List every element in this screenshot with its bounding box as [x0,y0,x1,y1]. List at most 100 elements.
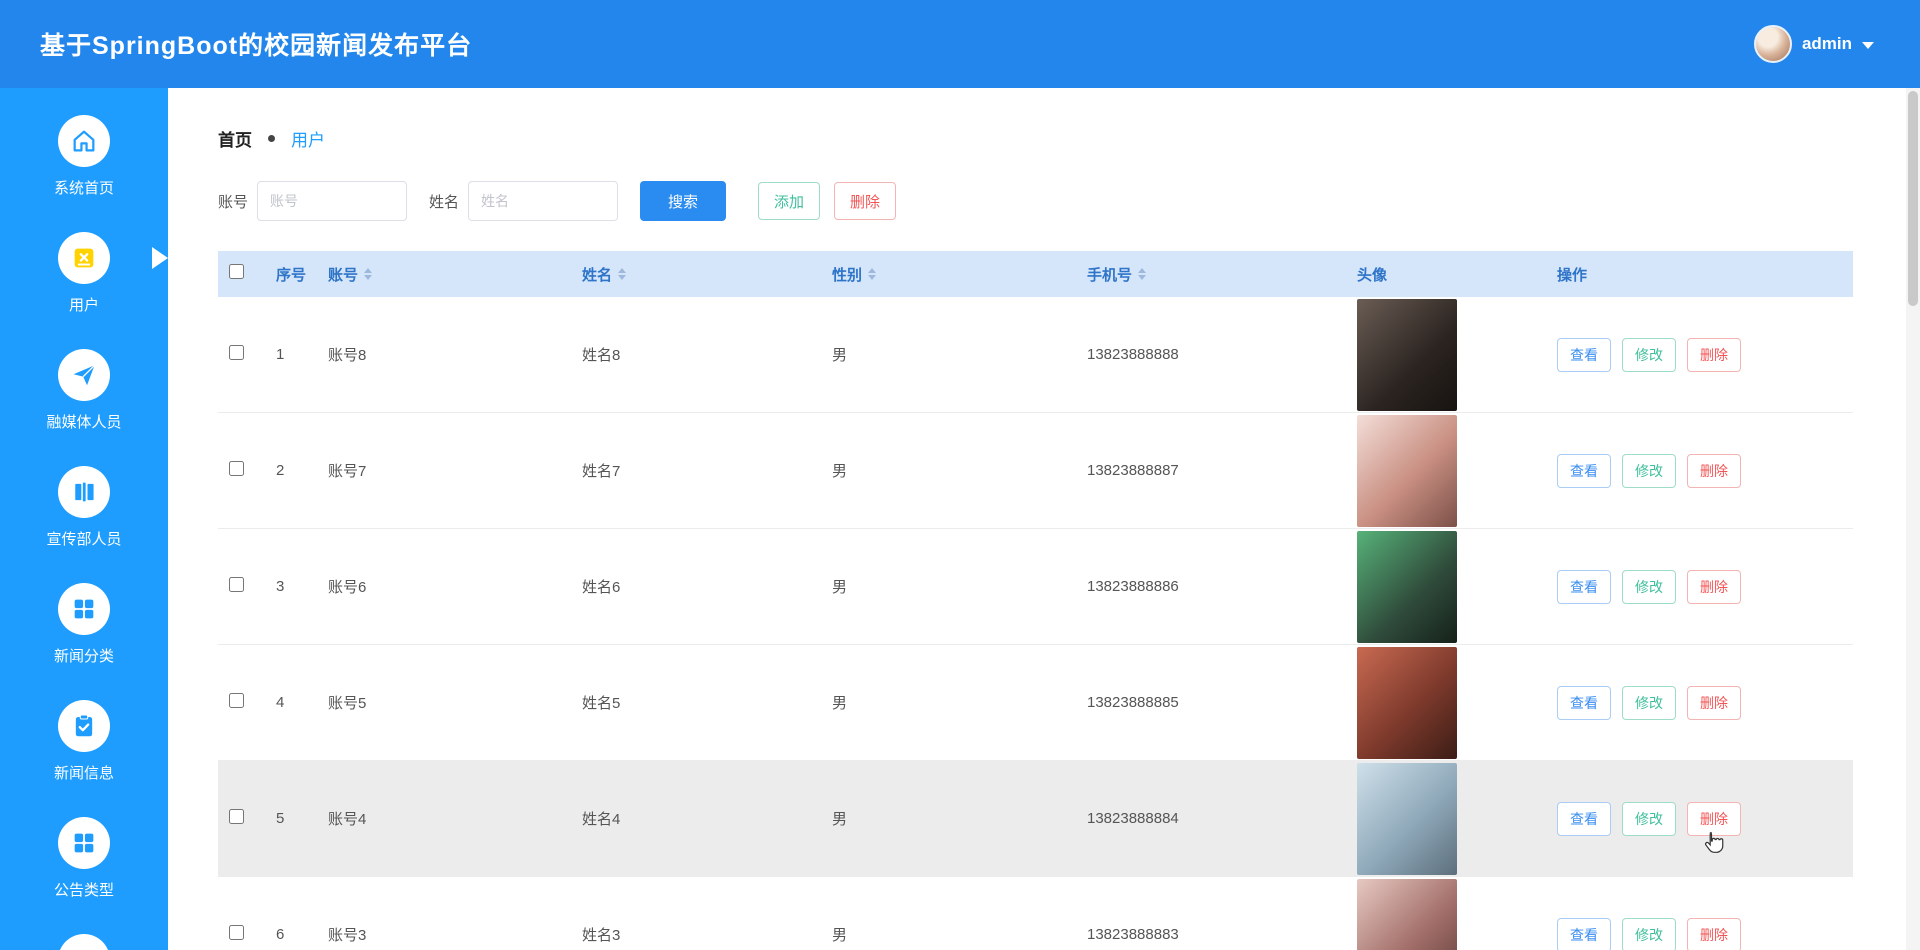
breadcrumb-home[interactable]: 首页 [218,126,252,151]
name-label: 姓名 [429,193,460,211]
sort-icon[interactable] [364,268,373,280]
column-header[interactable]: 手机号 [1075,264,1345,285]
search-button[interactable]: 搜索 [640,181,727,221]
breadcrumb: 首页 用户 [218,126,1920,151]
sidebar-item-新闻分类[interactable]: 新闻分类 [0,583,168,666]
delete-button[interactable]: 删除 [1687,801,1741,836]
cell-phone: 13823888884 [1087,810,1179,827]
chevron-down-icon [1862,42,1874,49]
cell-avatar [1345,646,1545,759]
cell-gender: 男 [832,811,848,828]
cell-gender: 男 [832,463,848,480]
row-select-cell [218,577,264,596]
users-table: 序号 账号 姓名 性别 手机号 头像 操作 1 账号8 姓名8 男 13823888888 查看 修改 删除… [218,251,1853,950]
table-header-row: 序号 账号 姓名 性别 手机号 头像 操作 [218,251,1853,297]
cell-actions: 查看 修改 删除 [1545,569,1853,604]
delete-button[interactable]: 删除 [1687,685,1741,720]
table-row: 1 账号8 姓名8 男 13823888888 查看 修改 删除 [218,297,1853,413]
cell-actions: 查看 修改 删除 [1545,337,1853,372]
cell-index: 4 [276,694,285,711]
clipboard-check-icon [58,700,110,752]
account-input[interactable] [257,181,408,221]
sidebar-item-新闻信息[interactable]: 新闻信息 [0,700,168,783]
table-row: 4 账号5 姓名5 男 13823888885 查看 修改 删除 [218,645,1853,761]
cell-avatar [1345,530,1545,643]
edit-button[interactable]: 修改 [1622,337,1676,372]
table-row: 6 账号3 姓名3 男 13823888883 查看 修改 删除 [218,877,1853,950]
row-checkbox[interactable] [229,809,244,824]
library-icon [58,466,110,518]
cell-gender: 男 [832,695,848,712]
edit-button[interactable]: 修改 [1622,453,1676,488]
app-title: 基于SpringBoot的校园新闻发布平台 [40,32,473,60]
sidebar-item-公告类型[interactable]: 公告类型 [0,817,168,900]
search-toolbar: 账号 姓名 搜索 添加 删除 [218,181,1920,221]
view-button[interactable]: 查看 [1557,801,1611,836]
view-button[interactable]: 查看 [1557,337,1611,372]
sort-icon[interactable] [618,268,627,280]
sidebar-item-label: 公告类型 [53,882,114,899]
sort-icon[interactable] [868,268,877,280]
edit-button[interactable]: 修改 [1622,917,1676,950]
sidebar-item[interactable] [0,934,168,950]
delete-button[interactable]: 删除 [1687,453,1741,488]
column-header: 操作 [1557,266,1588,284]
scrollbar-thumb[interactable] [1908,91,1918,306]
select-all-checkbox[interactable] [229,264,244,279]
edit-button[interactable]: 修改 [1622,801,1676,836]
cell-account: 账号6 [328,579,367,596]
cell-avatar [1345,878,1545,950]
view-button[interactable]: 查看 [1557,685,1611,720]
view-button[interactable]: 查看 [1557,917,1611,950]
sidebar-item-系统首页[interactable]: 系统首页 [0,115,168,198]
select-all-cell [218,264,264,284]
cell-index: 1 [276,346,285,363]
view-button[interactable]: 查看 [1557,453,1611,488]
row-checkbox[interactable] [229,461,244,476]
row-select-cell [218,925,264,944]
view-button[interactable]: 查看 [1557,569,1611,604]
column-header[interactable]: 性别 [820,264,1075,285]
cell-phone: 13823888886 [1087,578,1179,595]
sidebar-item-label: 系统首页 [53,180,114,197]
sidebar-item-label: 宣传部人员 [46,531,122,548]
paper-plane-icon [58,349,110,401]
sort-icon[interactable] [1138,268,1147,280]
row-checkbox[interactable] [229,577,244,592]
name-input[interactable] [468,181,619,221]
user-avatar [1753,25,1792,63]
row-checkbox[interactable] [229,693,244,708]
breadcrumb-current[interactable]: 用户 [291,126,325,151]
table-row: 2 账号7 姓名7 男 13823888887 查看 修改 删除 [218,413,1853,529]
account-label: 账号 [218,193,249,211]
cell-phone: 13823888883 [1087,926,1179,943]
column-header[interactable]: 账号 [316,264,570,285]
cell-phone: 13823888888 [1087,346,1179,363]
row-select-cell [218,461,264,480]
username: admin [1801,34,1852,53]
row-select-cell [218,809,264,828]
top-header: 基于SpringBoot的校园新闻发布平台 admin [0,0,1920,88]
cell-name: 姓名4 [582,811,621,828]
sidebar-item-label: 融媒体人员 [46,414,122,431]
table-row: 3 账号6 姓名6 男 13823888886 查看 修改 删除 [218,529,1853,645]
sidebar-item-融媒体人员[interactable]: 融媒体人员 [0,349,168,432]
delete-button[interactable]: 删除 [1687,337,1741,372]
grid-icon [58,817,110,869]
row-checkbox[interactable] [229,925,244,940]
cell-account: 账号8 [328,347,367,364]
delete-button[interactable]: 删除 [1687,917,1741,950]
delete-button[interactable]: 删除 [1687,569,1741,604]
edit-button[interactable]: 修改 [1622,569,1676,604]
cell-gender: 男 [832,347,848,364]
bulk-delete-button[interactable]: 删除 [834,182,897,220]
avatar-image [1357,762,1457,875]
sidebar-item-用户[interactable]: 用户 [0,232,168,315]
user-menu[interactable]: admin [1753,25,1874,63]
vertical-scrollbar[interactable] [1906,88,1920,950]
column-header[interactable]: 姓名 [570,264,820,285]
sidebar-item-宣传部人员[interactable]: 宣传部人员 [0,466,168,549]
edit-button[interactable]: 修改 [1622,685,1676,720]
add-button[interactable]: 添加 [758,182,821,220]
row-checkbox[interactable] [229,345,244,360]
